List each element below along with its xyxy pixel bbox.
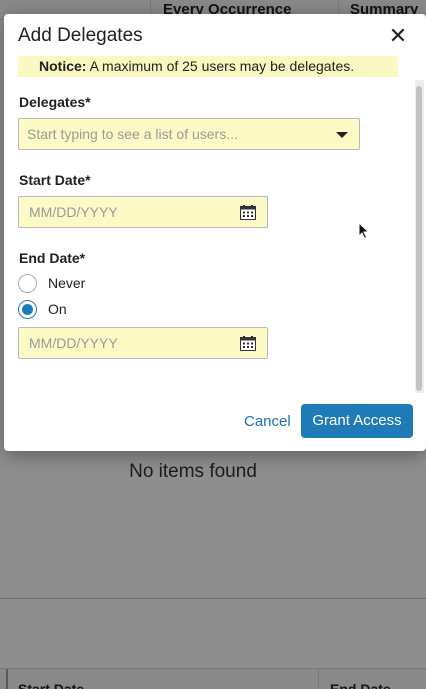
chevron-down-icon[interactable] <box>336 132 348 138</box>
end-date-placeholder: MM/DD/YYYY <box>29 335 118 351</box>
delegates-select[interactable]: Start typing to see a list of users... <box>18 118 360 150</box>
radio-on-label: On <box>48 301 67 317</box>
radio-on[interactable] <box>18 299 37 319</box>
cancel-button[interactable]: Cancel <box>244 413 291 430</box>
notice-label: Notice: <box>39 58 87 74</box>
end-date-never-option[interactable]: Never <box>18 272 85 294</box>
scrollbar-thumb[interactable] <box>416 86 422 391</box>
delegates-placeholder: Start typing to see a list of users... <box>27 126 238 142</box>
mouse-pointer-icon <box>358 222 370 240</box>
radio-never-label: Never <box>48 275 86 291</box>
calendar-icon[interactable] <box>240 336 256 351</box>
end-date-label: End Date* <box>19 250 86 266</box>
start-date-label: Start Date* <box>19 172 91 188</box>
start-date-input[interactable]: MM/DD/YYYY <box>18 196 268 228</box>
calendar-icon[interactable] <box>240 205 256 220</box>
dialog-title: Add Delegates <box>18 25 143 46</box>
close-icon[interactable]: ✕ <box>388 25 408 47</box>
notice-text: A maximum of 25 users may be delegates. <box>86 58 355 74</box>
end-date-input[interactable]: MM/DD/YYYY <box>18 327 268 359</box>
end-date-on-option[interactable]: On <box>18 298 67 320</box>
notice-banner: Notice: A maximum of 25 users may be del… <box>18 56 398 77</box>
delegates-label: Delegates* <box>19 94 91 110</box>
radio-never[interactable] <box>18 273 37 293</box>
start-date-placeholder: MM/DD/YYYY <box>29 204 118 220</box>
grant-access-button[interactable]: Grant Access <box>301 404 413 438</box>
